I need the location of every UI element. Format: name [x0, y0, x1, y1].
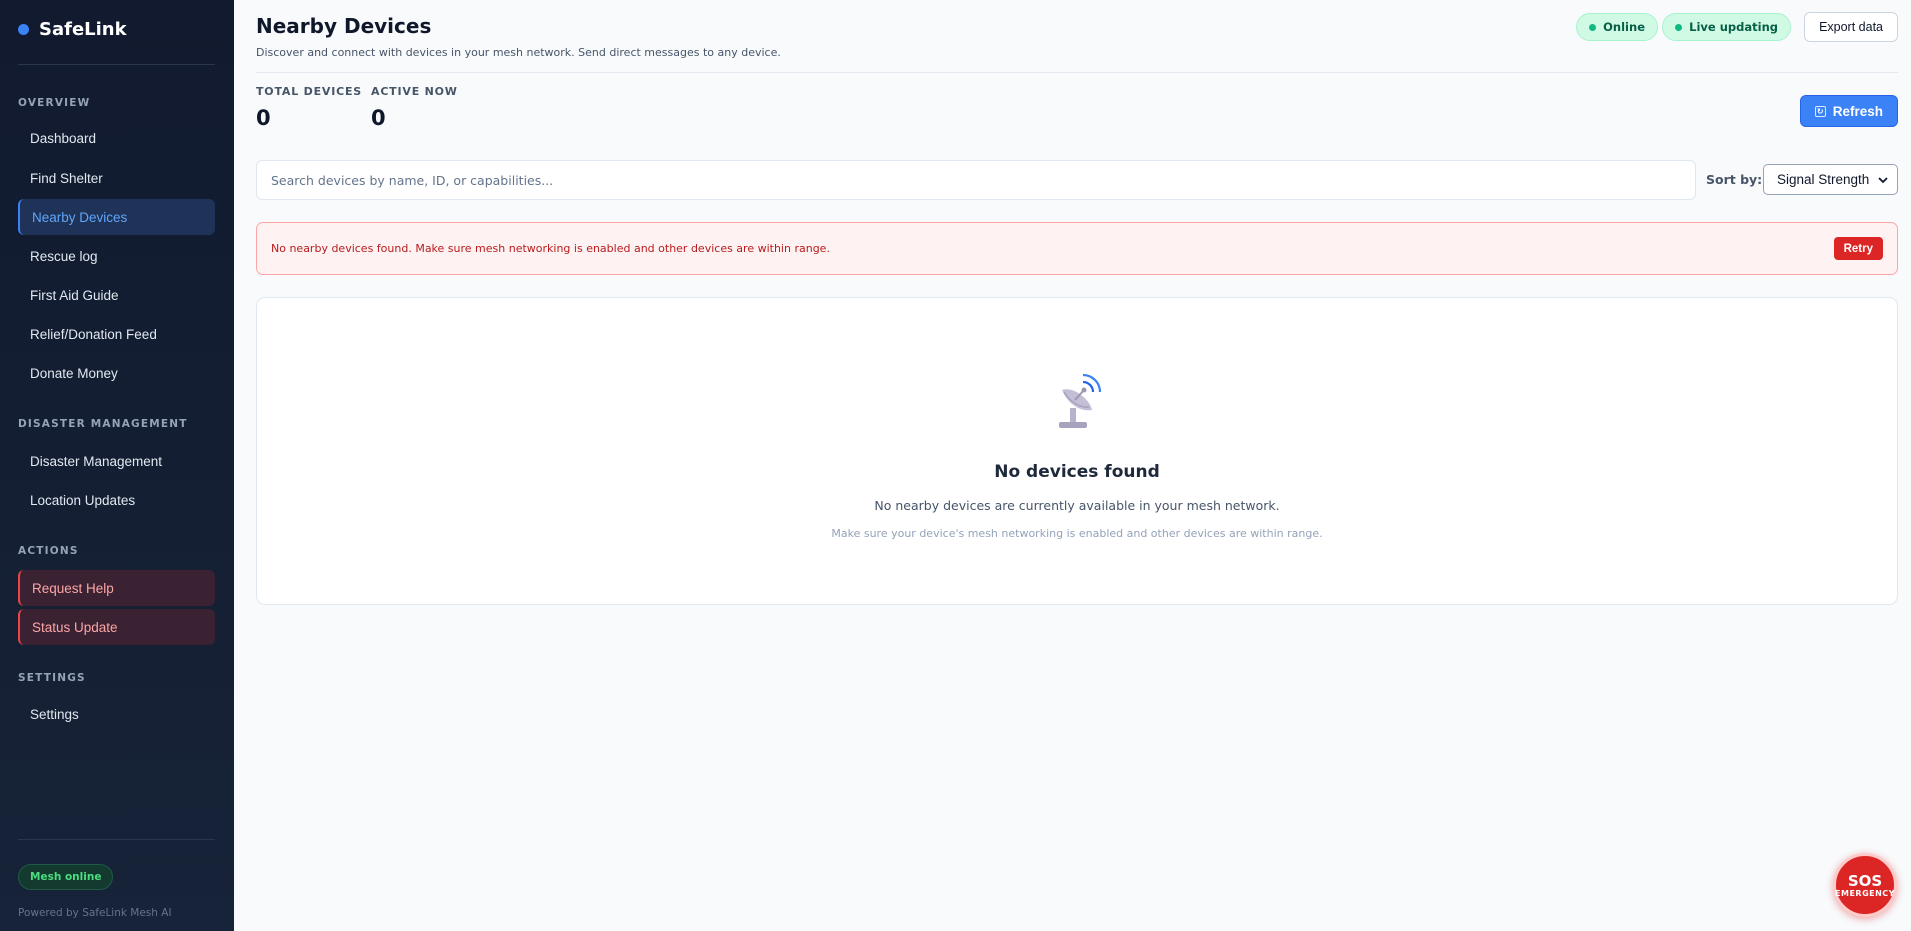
sidebar-item-status-update[interactable]: Status Update [18, 609, 215, 645]
section-label-disaster: DISASTER MANAGEMENT [18, 418, 188, 430]
online-status-label: Online [1603, 20, 1645, 34]
retry-button[interactable]: Retry [1833, 237, 1883, 260]
stat-total-value: 0 [256, 106, 271, 130]
brand-dot-icon [18, 24, 29, 35]
main-content: Nearby Devices Discover and connect with… [234, 0, 1911, 931]
stat-active-label: ACTIVE NOW [371, 85, 458, 98]
sidebar-item-donate-money[interactable]: Donate Money [18, 355, 215, 391]
error-banner: No nearby devices found. Make sure mesh … [256, 222, 1898, 275]
sort-select[interactable]: Signal Strength [1763, 164, 1898, 195]
empty-state-card: No devices found No nearby devices are c… [256, 297, 1898, 605]
section-label-overview: OVERVIEW [18, 97, 91, 109]
refresh-button[interactable]: ↻ Refresh [1799, 95, 1898, 127]
stat-total-devices: TOTAL DEVICES 0 [256, 85, 362, 130]
brand-name: SafeLink [39, 19, 127, 40]
sos-label: SOS [1847, 871, 1883, 890]
header-divider [256, 72, 1898, 73]
powered-by-text: Powered by SafeLink Mesh AI [18, 907, 172, 919]
empty-state-title: No devices found [994, 462, 1160, 482]
sidebar-item-disaster-management[interactable]: Disaster Management [18, 443, 215, 479]
stat-total-label: TOTAL DEVICES [256, 85, 363, 98]
live-dot-icon [1675, 23, 1683, 31]
refresh-label: Refresh [1832, 103, 1883, 119]
brand[interactable]: SafeLink [18, 19, 127, 40]
sort-by-label: Sort by: [1706, 172, 1763, 187]
stat-active-now: ACTIVE NOW 0 [371, 85, 458, 130]
search-input[interactable] [256, 160, 1696, 200]
sidebar-item-first-aid[interactable]: First Aid Guide [18, 277, 215, 313]
satellite-dish-icon [1059, 373, 1102, 428]
sidebar-item-rescue-log[interactable]: Rescue log [18, 238, 215, 274]
section-label-settings: SETTINGS [18, 672, 86, 684]
chevron-down-icon [1878, 176, 1888, 183]
sidebar: SafeLink OVERVIEW Dashboard Find Shelter… [0, 0, 234, 931]
sort-selected-value: Signal Strength [1777, 172, 1870, 187]
empty-state-hint: Make sure your device's mesh networking … [831, 527, 1323, 540]
sos-sub-label: EMERGENCY [1835, 888, 1895, 898]
sos-emergency-button[interactable]: SOS EMERGENCY [1833, 853, 1897, 917]
sidebar-footer-divider [18, 839, 215, 840]
empty-state-subtitle: No nearby devices are currently availabl… [874, 498, 1280, 513]
sidebar-item-settings[interactable]: Settings [18, 696, 215, 732]
export-data-button[interactable]: Export data [1804, 12, 1898, 42]
sidebar-item-find-shelter[interactable]: Find Shelter [18, 160, 215, 196]
section-label-actions: ACTIONS [18, 545, 79, 557]
error-message: No nearby devices found. Make sure mesh … [271, 242, 830, 255]
live-updating-badge: Live updating [1662, 13, 1791, 41]
sidebar-item-location-updates[interactable]: Location Updates [18, 482, 215, 518]
refresh-icon: ↻ [1814, 105, 1826, 117]
sidebar-item-relief-feed[interactable]: Relief/Donation Feed [18, 316, 215, 352]
sidebar-item-nearby-devices[interactable]: Nearby Devices [18, 199, 215, 235]
sidebar-item-request-help[interactable]: Request Help [18, 570, 215, 606]
live-updating-label: Live updating [1689, 20, 1778, 34]
sidebar-divider [18, 64, 215, 65]
page-subtitle: Discover and connect with devices in you… [256, 46, 781, 59]
page-title: Nearby Devices [256, 14, 432, 38]
online-status-badge: Online [1576, 13, 1658, 41]
online-dot-icon [1589, 23, 1597, 31]
sidebar-item-dashboard[interactable]: Dashboard [18, 120, 215, 156]
stat-active-value: 0 [371, 106, 386, 130]
mesh-status-badge: Mesh online [18, 864, 114, 890]
